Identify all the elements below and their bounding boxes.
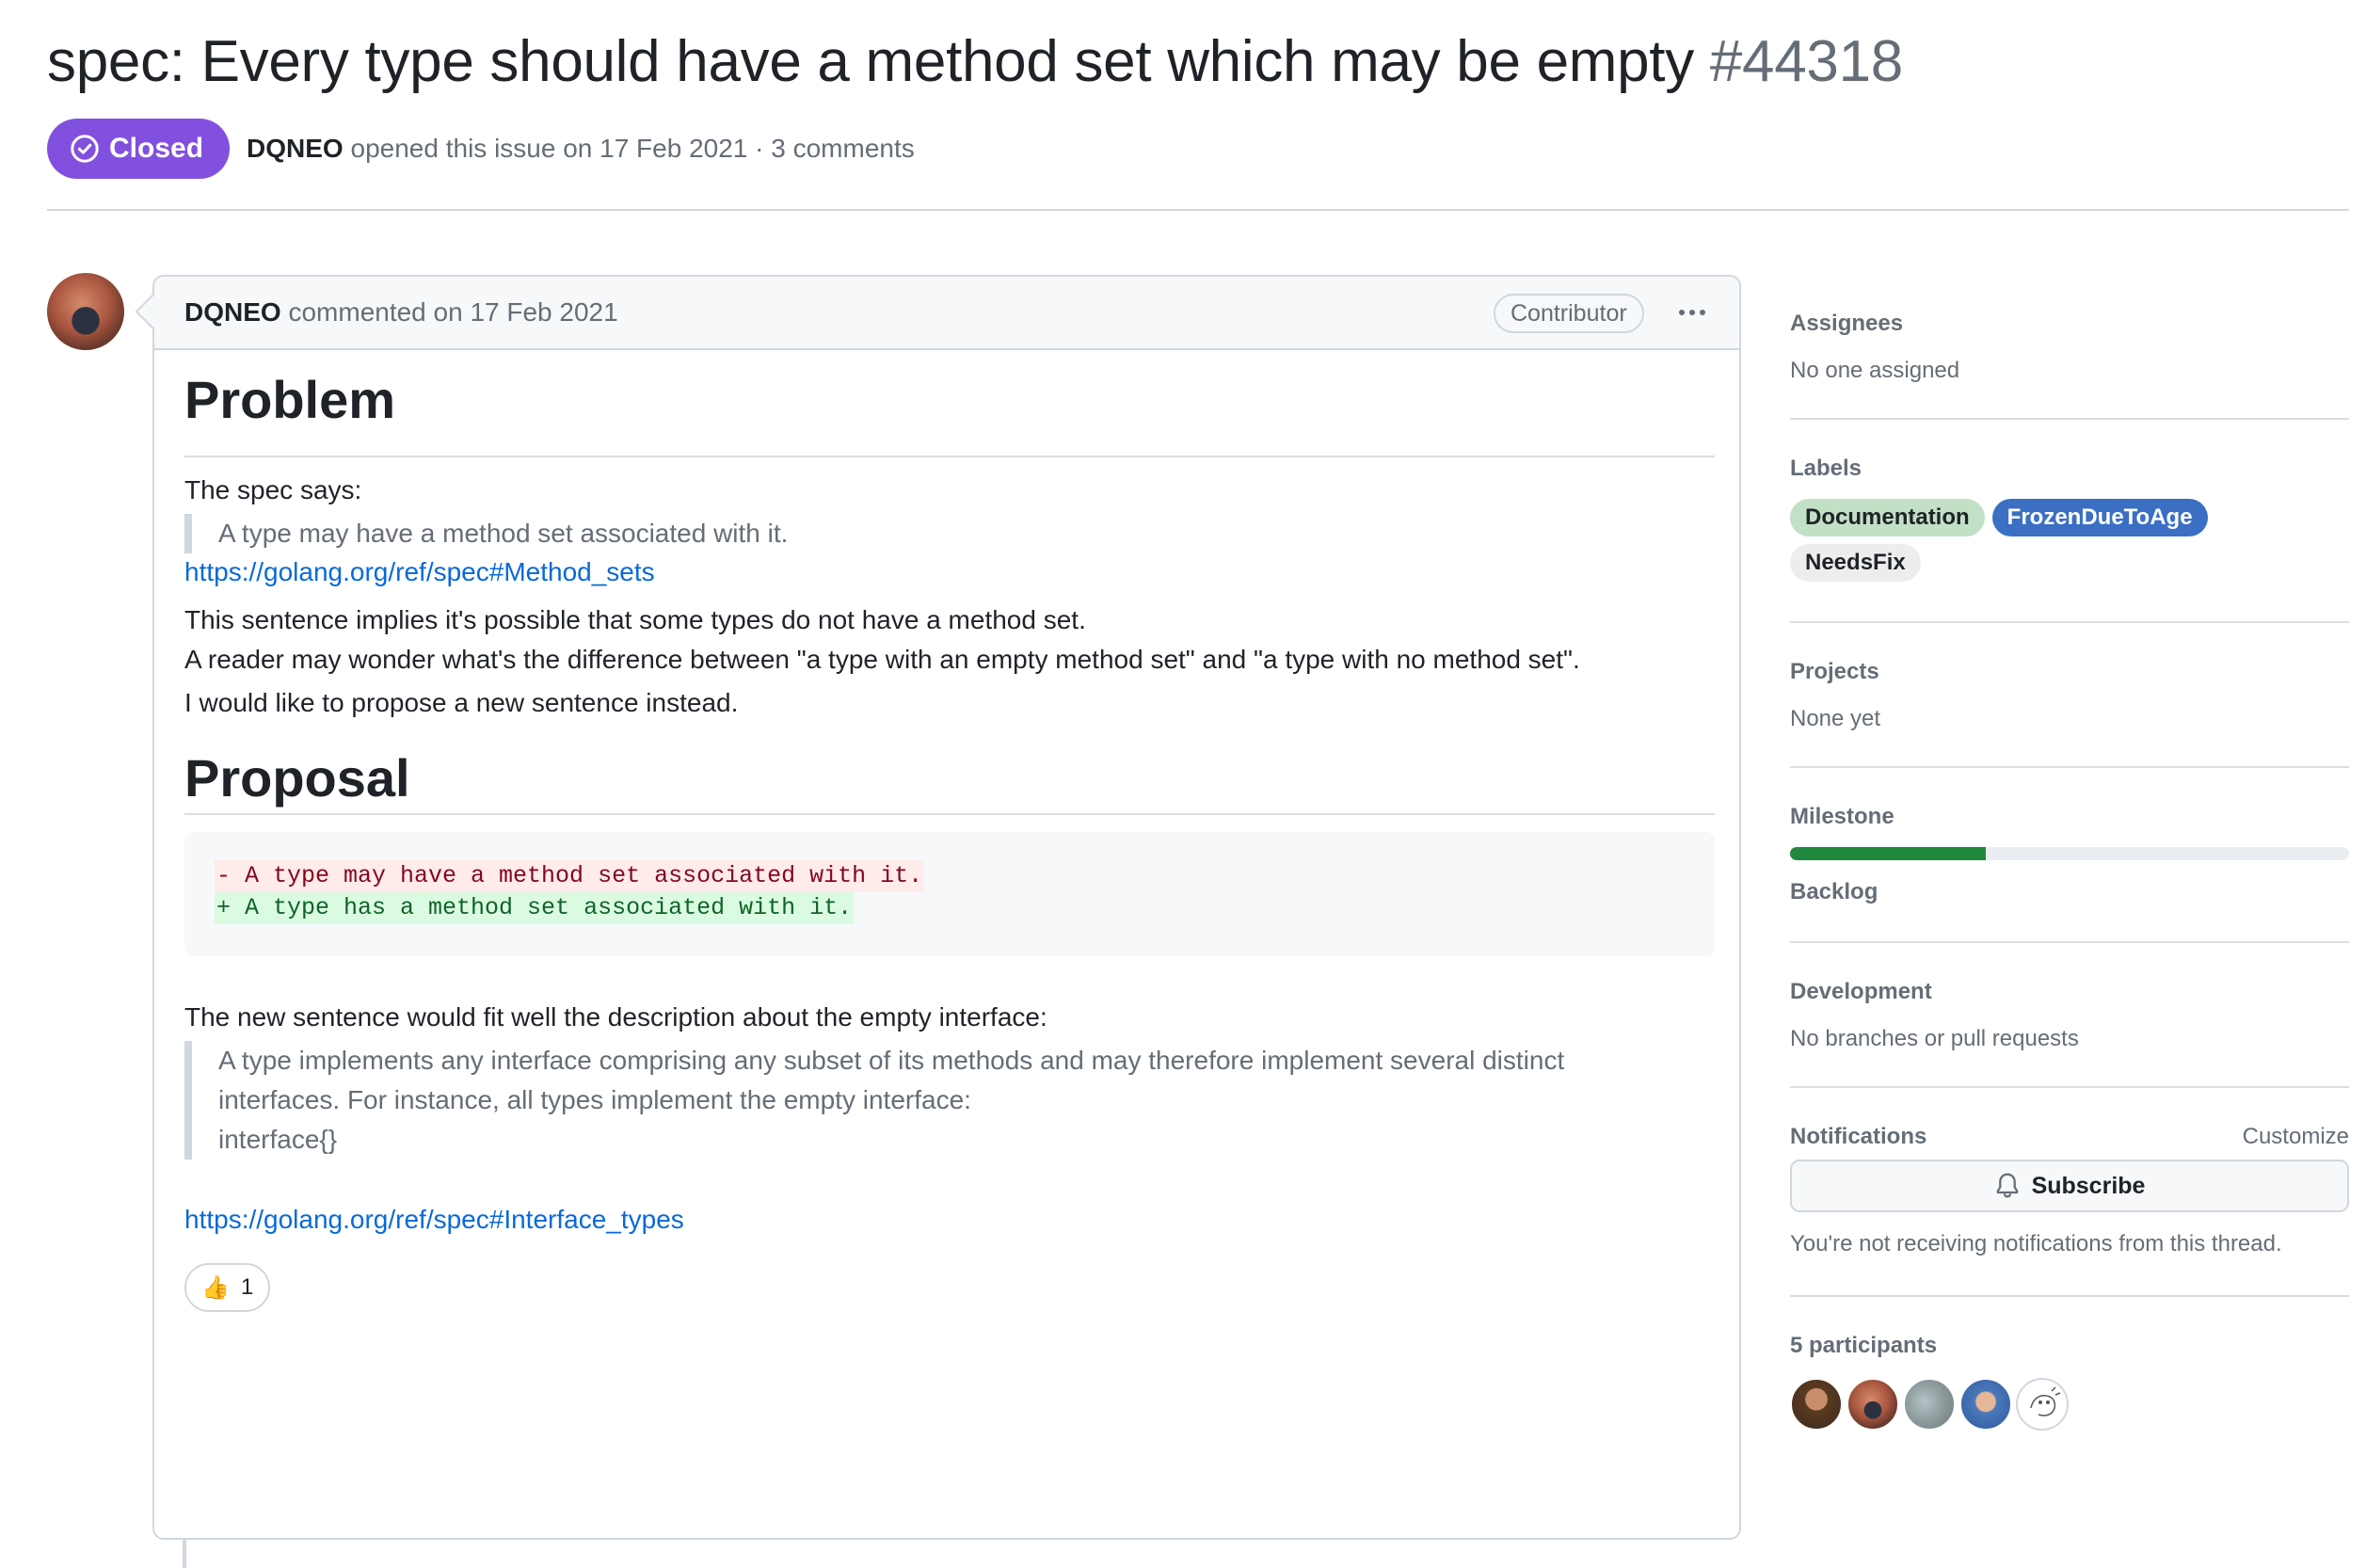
quote-line: interfaces. For instance, all types impl… <box>218 1085 971 1114</box>
state-badge: Closed <box>47 119 231 179</box>
sidebar-divider <box>1790 766 2349 768</box>
contributor-badge: Contributor <box>1494 294 1644 333</box>
header-divider <box>47 209 2349 211</box>
heading-rule <box>184 813 1715 815</box>
participant-avatar[interactable] <box>1790 1378 1843 1431</box>
reaction-count: 1 <box>240 1274 254 1300</box>
sidebar-participants: 5 participants <box>1790 1333 2349 1436</box>
participant-avatar[interactable] <box>1846 1378 1899 1431</box>
diff-added-line: + A type has a method set associated wit… <box>215 892 855 924</box>
sidebar-divider <box>1790 1086 2349 1088</box>
issue-opened-text: opened this issue on 17 Feb 2021 · 3 com… <box>350 134 915 163</box>
participant-avatar[interactable] <box>2016 1378 2069 1431</box>
paragraph-1: This sentence implies it's possible that… <box>184 600 1580 680</box>
comment-box: DQNEO commented on 17 Feb 2021 Contribut… <box>152 275 1741 1540</box>
participant-avatar[interactable] <box>1959 1378 2012 1431</box>
author-avatar[interactable] <box>47 273 124 350</box>
issue-author-link[interactable]: DQNEO <box>247 134 344 163</box>
notifications-note: You're not receiving notifications from … <box>1790 1231 2282 1256</box>
quote-line: interface{} <box>218 1125 338 1154</box>
sidebar-development-title: Development <box>1790 979 1932 1004</box>
sidebar-projects-title: Projects <box>1790 659 1879 684</box>
sidebar-divider <box>1790 941 2349 943</box>
sidebar-projects[interactable]: Projects None yet <box>1790 659 2349 732</box>
blockquote: A type may have a method set associated … <box>184 514 788 553</box>
blockquote: A type implements any interface comprisi… <box>184 1041 1564 1160</box>
issue-title: spec: Every type should have a method se… <box>47 28 1903 95</box>
interface-types-link[interactable]: https://golang.org/ref/spec#Interface_ty… <box>184 1205 684 1235</box>
comment-date[interactable]: commented on 17 Feb 2021 <box>288 297 617 327</box>
subscribe-label: Subscribe <box>2031 1172 2146 1199</box>
comment-byline: DQNEO commented on 17 Feb 2021 <box>184 297 618 328</box>
issue-number: #44318 <box>1709 29 1903 94</box>
milestone-name[interactable]: Backlog <box>1790 879 2349 905</box>
issue-meta-text: DQNEO opened this issue on 17 Feb 2021 ·… <box>247 134 915 164</box>
sidebar-development-value: No branches or pull requests <box>1790 1026 2079 1051</box>
kebab-horizontal-icon[interactable] <box>1670 296 1715 329</box>
quote-text: A type may have a method set associated … <box>218 519 789 548</box>
comment-author-link[interactable]: DQNEO <box>184 297 281 327</box>
comment-header: DQNEO commented on 17 Feb 2021 Contribut… <box>154 277 1739 350</box>
heading-problem: Problem <box>184 370 396 429</box>
paragraph-2: I would like to propose a new sentence i… <box>184 688 739 717</box>
heading-rule <box>184 456 1715 457</box>
labels-row: Documentation FrozenDueToAge <box>1790 499 2349 536</box>
milestone-progress-bar <box>1790 847 2349 860</box>
sidebar-assignees[interactable]: Assignees No one assigned <box>1790 311 2349 384</box>
diff-code-block: - A type may have a method set associate… <box>184 832 1715 956</box>
sidebar-milestone-title: Milestone <box>1790 804 1894 829</box>
issue-title-text: spec: Every type should have a method se… <box>47 29 1694 94</box>
quote-line: A type implements any interface comprisi… <box>218 1046 1565 1075</box>
participant-avatar[interactable] <box>1903 1378 1956 1431</box>
sidebar-participants-title: 5 participants <box>1790 1333 1938 1358</box>
timeline-line <box>183 1540 186 1568</box>
sidebar-divider <box>1790 621 2349 623</box>
sidebar-labels-title: Labels <box>1790 456 1862 481</box>
sidebar-development[interactable]: Development No branches or pull requests <box>1790 979 2349 1052</box>
heading-proposal: Proposal <box>184 748 410 808</box>
label-documentation[interactable]: Documentation <box>1790 499 1985 536</box>
customize-link[interactable]: Customize <box>2243 1124 2349 1150</box>
sketch-avatar-icon <box>2030 1386 2061 1416</box>
sidebar-milestone[interactable]: Milestone Backlog <box>1790 804 2349 905</box>
paragraph-3: The new sentence would fit well the desc… <box>184 1002 1047 1032</box>
reaction-thumbs-up[interactable]: 👍 1 <box>184 1263 271 1312</box>
state-label: Closed <box>109 133 204 164</box>
label-frozen-due-to-age[interactable]: FrozenDueToAge <box>1991 499 2208 536</box>
sidebar-labels[interactable]: Labels Documentation FrozenDueToAge Need… <box>1790 456 2349 582</box>
bell-icon <box>1996 1173 2018 1198</box>
milestone-progress-fill <box>1790 847 1986 860</box>
labels-row: NeedsFix <box>1790 544 2349 582</box>
sidebar-divider <box>1790 1295 2349 1297</box>
method-sets-link[interactable]: https://golang.org/ref/spec#Method_sets <box>184 557 655 587</box>
sidebar-notifications: Notifications Customize Subscribe You're… <box>1790 1124 2349 1265</box>
sidebar-divider <box>1790 418 2349 420</box>
paragraph-1-line-1: This sentence implies it's possible that… <box>184 605 1086 634</box>
subscribe-button[interactable]: Subscribe <box>1790 1160 2349 1212</box>
issue-meta: Closed DQNEO opened this issue on 17 Feb… <box>47 119 915 179</box>
diff-removed-line: - A type may have a method set associate… <box>215 860 925 892</box>
issue-closed-icon <box>71 135 99 163</box>
thumbs-up-icon: 👍 <box>201 1274 230 1301</box>
sidebar-assignees-title: Assignees <box>1790 311 1904 336</box>
label-needs-fix[interactable]: NeedsFix <box>1790 544 1921 582</box>
spec-says-text: The spec says: <box>184 475 362 504</box>
sidebar-assignees-value: No one assigned <box>1790 358 1960 383</box>
sidebar-projects-value: None yet <box>1790 706 1881 731</box>
paragraph-1-line-2: A reader may wonder what's the differenc… <box>184 645 1580 674</box>
